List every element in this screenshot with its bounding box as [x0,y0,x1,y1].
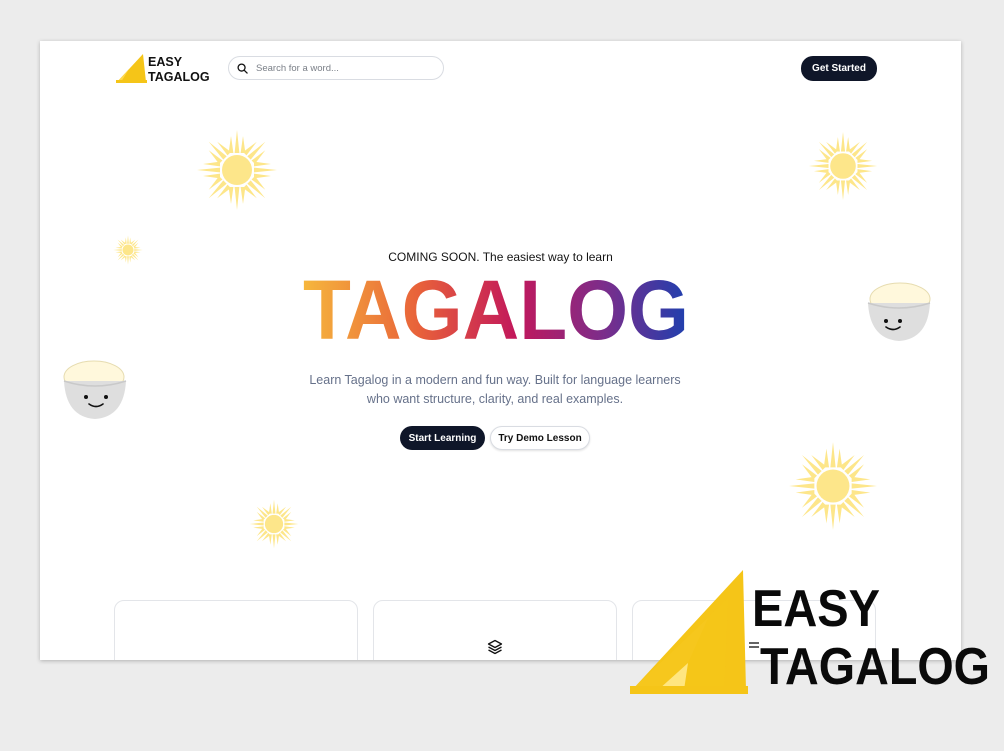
start-learning-button[interactable]: Start Learning [400,426,485,450]
subtitle-line: who want structure, clarity, and real ex… [366,392,624,406]
logo-text-tagalog: TAGALOG [148,70,210,83]
search-icon [237,62,248,74]
rice-bowl-icon [63,360,127,419]
sun-icon [249,499,299,549]
logo-text-easy: EASY [148,55,183,69]
large-logo-text-tagalog: TAGALOG [760,638,990,696]
feature-card[interactable] [373,600,617,660]
hero-subtitle: Learn Tagalog in a modern and fun way. B… [270,371,720,409]
get-started-button[interactable]: Get Started [801,56,877,81]
coming-soon-text: COMING SOON. The easiest way to learn [388,250,613,264]
sun-icon [197,130,277,210]
hero-title-text: TAGALOG [303,267,689,353]
sun-icon [808,131,878,201]
large-logo-text-easy: EASY [752,580,880,638]
feature-card[interactable] [114,600,358,660]
sun-icon [789,442,877,530]
try-demo-lesson-button[interactable]: Try Demo Lesson [490,426,590,450]
search-input[interactable] [254,61,438,75]
search-bar[interactable] [228,56,444,80]
layers-icon [487,639,503,655]
easy-tagalog-logo[interactable]: EASY TAGALOG [115,51,225,83]
hero-title: TAGALOG [303,267,689,353]
subtitle-line: Learn Tagalog in a modern and fun way. B… [309,373,681,387]
easy-tagalog-logo-large: EASY TAGALOG [630,570,990,696]
